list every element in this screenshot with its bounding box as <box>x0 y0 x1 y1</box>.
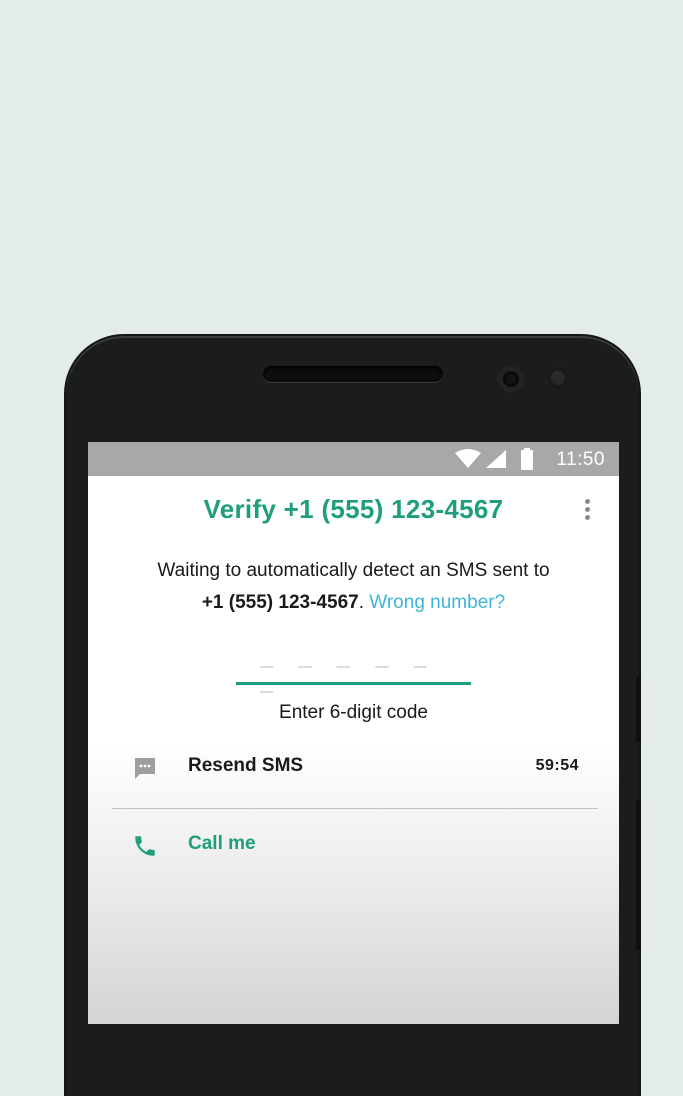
page-title: Verify +1 (555) 123-4567 <box>203 494 504 524</box>
signal-icon <box>486 450 506 468</box>
resend-sms-button[interactable]: Resend SMS 59:54 <box>88 737 619 797</box>
punctuation: . <box>358 592 364 613</box>
message-icon <box>135 758 155 779</box>
volume-button <box>636 800 641 950</box>
code-hint: Enter 6-digit code <box>279 702 428 723</box>
front-camera <box>497 365 525 393</box>
proximity-sensor <box>546 366 570 390</box>
wifi-icon <box>455 449 481 468</box>
resend-sms-label: Resend SMS <box>188 755 304 776</box>
power-button <box>636 676 641 742</box>
earpiece-speaker <box>263 366 443 382</box>
description-text: Waiting to automatically detect an SMS s… <box>157 560 550 581</box>
resend-timer: 59:54 <box>535 757 579 774</box>
code-input-underline <box>236 682 471 685</box>
phone-number: +1 (555) 123-4567 <box>201 592 359 613</box>
call-me-button[interactable]: Call me <box>88 815 619 875</box>
status-time: 11:50 <box>556 449 605 470</box>
divider <box>112 808 598 809</box>
code-input[interactable]: _ _ _ _ _ _ <box>260 647 450 697</box>
wrong-number-link[interactable]: Wrong number? <box>369 592 505 613</box>
description-phone-line: +1 (555) 123-4567. Wrong number? <box>88 592 619 614</box>
phone-icon <box>135 836 155 856</box>
phone-screen: 11:50 Verify +1 (555) 123-4567 Waiting t… <box>88 442 619 1024</box>
battery-icon <box>521 448 533 470</box>
call-me-label: Call me <box>188 833 256 854</box>
status-bar: 11:50 <box>88 442 619 476</box>
more-vert-icon[interactable] <box>577 496 597 524</box>
